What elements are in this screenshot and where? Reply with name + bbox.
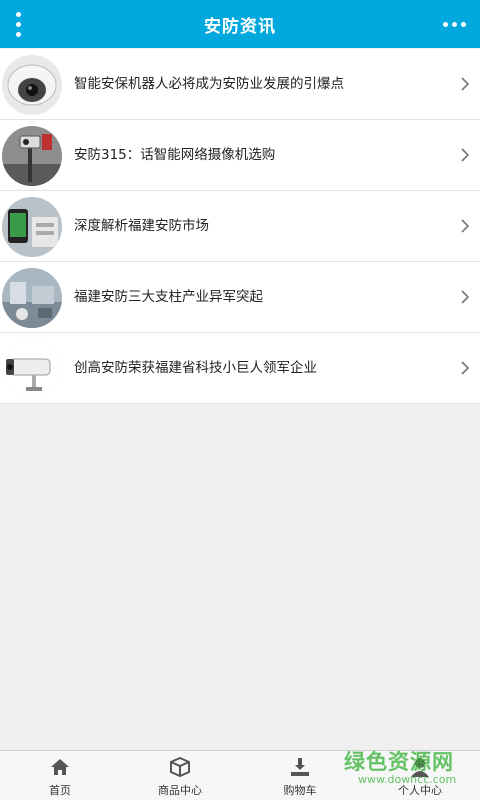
tab-cart[interactable]: 购物车: [240, 751, 360, 800]
chevron-right-icon: [460, 290, 470, 304]
news-title: 福建安防三大支柱产业异军突起: [74, 289, 263, 305]
news-thumbnail: [2, 339, 62, 399]
menu-button[interactable]: [0, 0, 36, 48]
tab-label: 首页: [49, 784, 71, 797]
news-item[interactable]: 智能安保机器人必将成为安防业发展的引爆点: [0, 49, 480, 120]
camera-pole-icon: [2, 126, 62, 186]
news-thumbnail: [2, 55, 62, 115]
app-header: 安防资讯: [0, 0, 480, 48]
news-title: 智能安保机器人必将成为安防业发展的引爆点: [74, 76, 344, 92]
tab-products[interactable]: 商品中心: [120, 751, 240, 800]
news-item[interactable]: 创高安防荣获福建省科技小巨人领军企业: [0, 333, 480, 404]
chevron-right-icon: [460, 148, 470, 162]
box-icon: [169, 756, 191, 778]
chevron-right-icon: [460, 77, 470, 91]
bullet-camera-icon: [2, 339, 62, 399]
user-icon: [409, 756, 431, 778]
tab-profile[interactable]: 个人中心: [360, 751, 480, 800]
news-item[interactable]: 深度解析福建安防市场: [0, 191, 480, 262]
news-thumbnail: [2, 268, 62, 328]
tab-label: 个人中心: [398, 784, 442, 797]
tab-home[interactable]: 首页: [0, 751, 120, 800]
phone-device-icon: [2, 197, 62, 257]
tab-label: 购物车: [283, 784, 317, 797]
home-icon: [49, 756, 71, 778]
news-title: 创高安防荣获福建省科技小巨人领军企业: [74, 360, 317, 376]
horizontal-dots-icon: [442, 21, 448, 27]
news-thumbnail: [2, 197, 62, 257]
news-thumbnail: [2, 126, 62, 186]
news-title: 深度解析福建安防市场: [74, 218, 209, 234]
news-list: 智能安保机器人必将成为安防业发展的引爆点 安防315：话智能网络摄像机选购 深度…: [0, 49, 480, 404]
news-item[interactable]: 福建安防三大支柱产业异军突起: [0, 262, 480, 333]
tab-label: 商品中心: [158, 784, 202, 797]
more-button[interactable]: [438, 0, 470, 48]
chevron-right-icon: [460, 361, 470, 375]
vertical-dots-icon: [15, 11, 21, 17]
bottom-tab-bar: 首页 商品中心 购物车 个人中心: [0, 750, 480, 800]
news-item[interactable]: 安防315：话智能网络摄像机选购: [0, 120, 480, 191]
factory-icon: [2, 268, 62, 328]
download-tray-icon: [289, 756, 311, 778]
page-title: 安防资讯: [204, 16, 276, 37]
chevron-right-icon: [460, 219, 470, 233]
news-title: 安防315：话智能网络摄像机选购: [74, 147, 276, 163]
dome-camera-icon: [2, 55, 62, 115]
